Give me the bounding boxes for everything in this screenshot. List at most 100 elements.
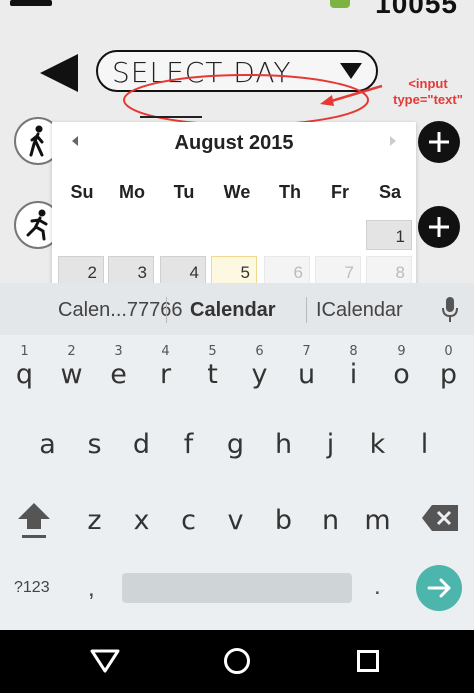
key-q[interactable]: 1q [1, 335, 48, 395]
soft-keyboard: Calen...77766 Calendar ICalendar 1q 2w 3… [0, 283, 474, 630]
suggestion-item[interactable]: Calendar [190, 299, 276, 322]
date-picker: August 2015 Su Mo Tu We Th Fr Sa 1 2 3 4… [52, 122, 416, 283]
key-label: e [110, 359, 127, 390]
calendar-day[interactable]: 2 [58, 256, 104, 283]
key-label: j [326, 429, 335, 460]
key-s[interactable]: s [71, 419, 118, 479]
key-j[interactable]: j [307, 419, 354, 479]
key-label: f [183, 429, 194, 460]
key-a[interactable]: a [24, 419, 71, 479]
menu-icon[interactable] [10, 0, 52, 8]
key-e[interactable]: 3e [95, 335, 142, 395]
key-c[interactable]: c [165, 495, 212, 555]
key-label: q [15, 359, 34, 390]
key-n[interactable]: n [307, 495, 354, 555]
annotation-text: <input type="text" [384, 76, 472, 108]
calendar-day[interactable]: 3 [108, 256, 154, 283]
add-button[interactable] [418, 121, 460, 163]
calendar-day[interactable]: 4 [160, 256, 206, 283]
nav-home-icon[interactable] [224, 648, 250, 674]
nav-back-icon[interactable] [90, 649, 120, 673]
weekday-label: Mo [119, 182, 145, 202]
add-button-2[interactable] [418, 206, 460, 248]
select-day-label: SELECT DAY [112, 56, 292, 89]
key-label: t [207, 359, 218, 390]
key-m[interactable]: m [354, 495, 401, 555]
key-w[interactable]: 2w [48, 335, 95, 395]
key-v[interactable]: v [212, 495, 259, 555]
key-hint: 7 [302, 344, 311, 359]
shift-icon[interactable] [16, 501, 52, 541]
key-label: a [39, 429, 56, 460]
enter-button[interactable] [416, 565, 462, 611]
key-label: l [420, 429, 429, 460]
key-o[interactable]: 9o [378, 335, 425, 395]
app-screen: 10055 SELECT DAY <input type="text" Augu… [0, 0, 474, 283]
back-arrow-icon[interactable] [38, 52, 80, 94]
key-r[interactable]: 4r [142, 335, 189, 395]
key-label: x [133, 505, 150, 536]
date-text-input[interactable] [140, 116, 202, 118]
key-hint: 0 [444, 344, 453, 359]
nav-recents-icon[interactable] [357, 650, 379, 672]
suggestion-divider [306, 297, 307, 323]
suggestion-bar: Calen...77766 Calendar ICalendar [0, 283, 474, 335]
weekday-label: Su [70, 182, 94, 202]
key-g[interactable]: g [212, 419, 259, 479]
calendar-month: August 2015 [174, 132, 294, 154]
weekday-label: Tu [173, 182, 195, 202]
microphone-icon[interactable] [441, 297, 459, 323]
calendar-day-disabled: 6 [264, 256, 310, 283]
calendar-day-disabled: 8 [366, 256, 412, 283]
weekday-label: We [223, 182, 251, 202]
key-hint: 8 [349, 344, 358, 359]
key-i[interactable]: 8i [330, 335, 377, 395]
key-x[interactable]: x [118, 495, 165, 555]
key-label: c [181, 505, 196, 536]
key-t[interactable]: 5t [189, 335, 236, 395]
key-z[interactable]: z [71, 495, 118, 555]
key-hint: 3 [114, 344, 123, 359]
key-label: s [87, 429, 102, 460]
key-label: k [369, 429, 386, 460]
backspace-icon[interactable] [422, 505, 458, 531]
next-month-icon[interactable] [390, 136, 396, 146]
android-icon [330, 0, 350, 8]
space-bar[interactable] [122, 573, 352, 603]
key-label: w [60, 359, 83, 390]
key-hint: 9 [397, 344, 406, 359]
key-k[interactable]: k [354, 419, 401, 479]
symbols-key[interactable]: ?123 [14, 579, 50, 597]
weekday-label: Fr [331, 182, 349, 202]
key-y[interactable]: 6y [236, 335, 283, 395]
key-hint: 1 [20, 344, 29, 359]
key-d[interactable]: d [118, 419, 165, 479]
key-label: r [159, 359, 172, 390]
status-bar: 10055 [0, 0, 474, 19]
comma-key[interactable]: , [88, 575, 95, 603]
calendar-day[interactable]: 1 [366, 220, 412, 250]
key-p[interactable]: 0p [425, 335, 472, 395]
suggestion-item[interactable]: ICalendar [316, 299, 403, 322]
key-label: p [439, 359, 458, 390]
key-b[interactable]: b [260, 495, 307, 555]
key-f[interactable]: f [165, 419, 212, 479]
suggestion-item[interactable]: Calen...77766 [58, 299, 183, 322]
key-hint: 5 [208, 344, 217, 359]
calendar-day-today[interactable]: 5 [211, 256, 257, 283]
calendar-day-disabled: 7 [315, 256, 361, 283]
key-h[interactable]: h [260, 419, 307, 479]
system-nav-bar [0, 630, 474, 693]
key-label: n [321, 505, 340, 536]
key-label: d [132, 429, 151, 460]
arrow-right-icon [427, 578, 451, 598]
key-hint: 6 [255, 344, 264, 359]
period-key[interactable]: . [374, 573, 381, 601]
key-hint: 4 [161, 344, 170, 359]
select-day-dropdown[interactable]: SELECT DAY [96, 50, 378, 92]
annotation-line-2: type="text" [393, 92, 463, 107]
key-label: u [297, 359, 316, 390]
key-label: g [226, 429, 245, 460]
key-l[interactable]: l [401, 419, 448, 479]
key-u[interactable]: 7u [283, 335, 330, 395]
